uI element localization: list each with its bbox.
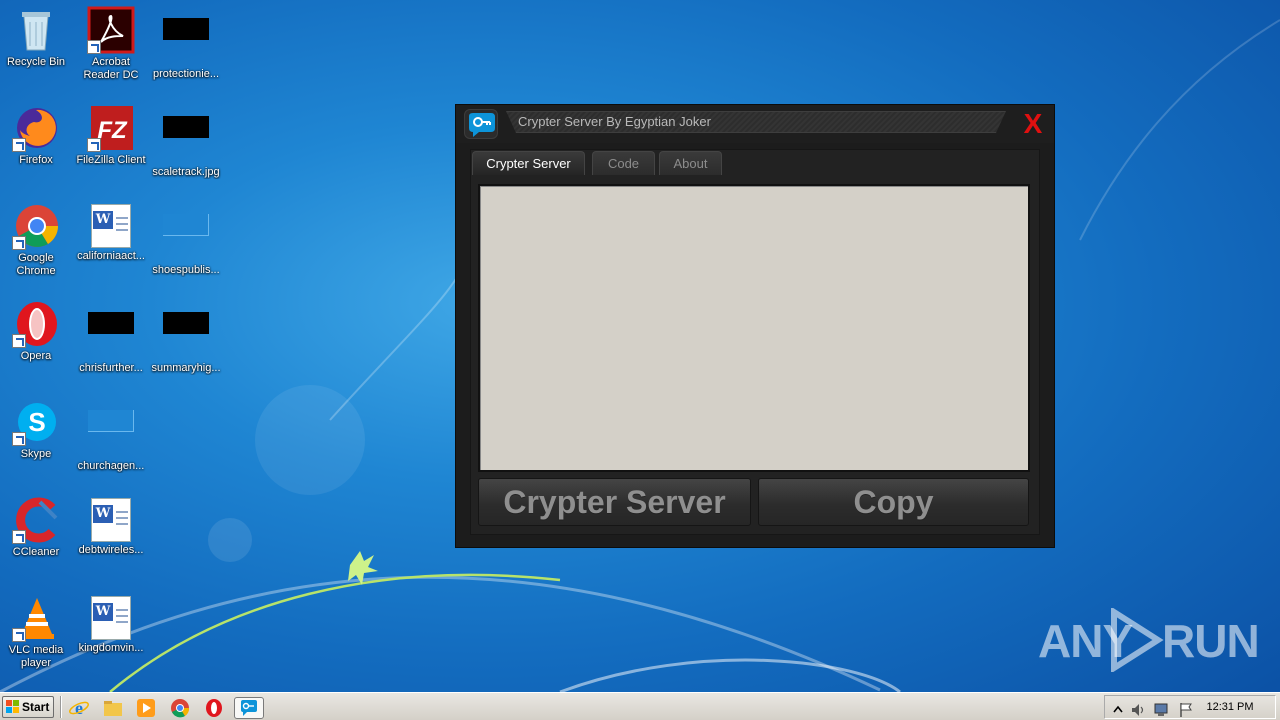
- file-thumbnail-icon: [163, 116, 209, 138]
- output-textarea[interactable]: [478, 184, 1030, 472]
- desktop-icon-label: protectionie...: [152, 68, 220, 80]
- ccleaner-icon: [12, 496, 60, 544]
- desktop-icon-kingdomvin[interactable]: W kingdomvin...: [73, 594, 149, 655]
- desktop-icon-opera[interactable]: Opera: [0, 300, 74, 363]
- desktop-icon-vlc[interactable]: VLC media player: [0, 594, 74, 670]
- desktop-icon-ccleaner[interactable]: CCleaner: [0, 496, 74, 559]
- play-logo-icon: [1111, 608, 1164, 672]
- crypter-app-icon[interactable]: [234, 697, 264, 719]
- desktop-icon-skype[interactable]: S Skype: [0, 398, 74, 461]
- opera-icon[interactable]: [203, 697, 225, 719]
- filezilla-icon: FZ: [87, 104, 135, 152]
- watermark-text-right: RUN: [1162, 615, 1260, 667]
- shortcut-arrow-icon: [12, 236, 26, 250]
- file-thumbnail-icon: [88, 312, 134, 334]
- desktop-icon-label: FileZilla Client: [76, 154, 146, 166]
- desktop-icon-label: CCleaner: [12, 546, 60, 558]
- show-hidden-icons-icon[interactable]: [1109, 701, 1127, 719]
- clock[interactable]: 12:31 PM: [1200, 693, 1260, 720]
- shortcut-arrow-icon: [12, 628, 26, 642]
- desktop-icon-label: shoespublis...: [152, 264, 220, 276]
- desktop-icon-label: churchagen...: [77, 460, 145, 472]
- copy-button[interactable]: Copy: [758, 478, 1029, 526]
- desktop-icon-label: scaletrack.jpg: [152, 166, 220, 178]
- desktop-icon-recycle-bin[interactable]: Recycle Bin: [0, 6, 74, 69]
- crypter-server-button[interactable]: Crypter Server: [478, 478, 751, 526]
- word-document-icon: W: [91, 596, 131, 640]
- window-title: Crypter Server By Egyptian Joker: [518, 114, 711, 129]
- chat-key-icon: [464, 109, 498, 139]
- desktop-icon-chrisfurther[interactable]: chrisfurther...: [73, 300, 149, 375]
- desktop-icon-label: kingdomvin...: [78, 642, 144, 654]
- desktop-icon-label: summaryhig...: [151, 362, 221, 374]
- word-document-icon: W: [91, 498, 131, 542]
- title-bar[interactable]: Crypter Server By Egyptian Joker X: [456, 105, 1054, 143]
- svg-text:S: S: [28, 407, 45, 437]
- desktop-icon-label: Firefox: [19, 154, 53, 166]
- explorer-icon[interactable]: [102, 697, 124, 719]
- tab-crypter-server[interactable]: Crypter Server: [472, 151, 585, 175]
- desktop-icon-label: VLC media player: [8, 644, 64, 669]
- shortcut-arrow-icon: [87, 40, 101, 54]
- shortcut-arrow-icon: [87, 138, 101, 152]
- shortcut-arrow-icon: [12, 432, 26, 446]
- shortcut-arrow-icon: [12, 334, 26, 348]
- taskbar: Start e 12:31 PM: [0, 692, 1280, 720]
- shortcut-arrow-icon: [12, 138, 26, 152]
- desktop-icon-shoespublis[interactable]: shoespublis...: [148, 202, 224, 277]
- chrome-icon[interactable]: [169, 697, 191, 719]
- taskbar-separator: [60, 696, 62, 718]
- desktop-icon-protectionie[interactable]: protectionie...: [148, 6, 224, 81]
- desktop-icon-firefox[interactable]: Firefox: [0, 104, 74, 167]
- volume-icon[interactable]: [1129, 701, 1147, 719]
- skype-icon: S: [12, 398, 60, 446]
- svg-text:e: e: [75, 698, 83, 718]
- desktop-icon-debtwireles[interactable]: W debtwireles...: [73, 496, 149, 557]
- acrobat-icon: [87, 6, 135, 54]
- desktop-icon-label: Acrobat Reader DC: [83, 56, 139, 81]
- windows-flag-icon: [6, 700, 19, 713]
- desktop-icon-label: chrisfurther...: [79, 362, 143, 374]
- file-thumbnail-icon: [163, 312, 209, 334]
- start-label: Start: [22, 700, 50, 714]
- word-document-icon: W: [91, 204, 131, 248]
- svg-text:FZ: FZ: [97, 117, 128, 144]
- desktop-icon-summaryhig[interactable]: summaryhig...: [148, 300, 224, 375]
- vlc-icon: [12, 594, 60, 642]
- crypter-server-window: Crypter Server By Egyptian Joker X Crypt…: [455, 104, 1055, 548]
- ie-icon[interactable]: e: [68, 697, 90, 719]
- shortcut-arrow-icon: [12, 530, 26, 544]
- network-icon[interactable]: [1153, 701, 1171, 719]
- desktop-icon-label: Google Chrome: [16, 252, 56, 277]
- desktop-icon-filezilla[interactable]: FZ FileZilla Client: [73, 104, 149, 167]
- action-center-flag-icon[interactable]: [1177, 701, 1195, 719]
- desktop-icon-acrobat-reader[interactable]: Acrobat Reader DC: [73, 6, 149, 82]
- desktop-icon-google-chrome[interactable]: Google Chrome: [0, 202, 74, 278]
- desktop-icon-scaletrack[interactable]: scaletrack.jpg: [148, 104, 224, 179]
- desktop-icon-churchagen[interactable]: churchagen...: [73, 398, 149, 473]
- file-thumbnail-icon: [88, 410, 134, 432]
- desktop-icon-californiaact[interactable]: W californiaact...: [73, 202, 149, 263]
- desktop-icon-label: debtwireles...: [78, 544, 144, 556]
- tab-code[interactable]: Code: [592, 151, 655, 175]
- tab-about[interactable]: About: [659, 151, 722, 175]
- desktop-icon-label: Skype: [20, 448, 52, 460]
- desktop-icon-label: Opera: [20, 350, 52, 362]
- recycle-bin-icon: [12, 6, 60, 54]
- media-player-icon[interactable]: [135, 697, 157, 719]
- desktop-icon-label: Recycle Bin: [6, 56, 66, 68]
- chrome-icon: [12, 202, 60, 250]
- desktop-icon-label: californiaact...: [77, 250, 145, 262]
- opera-icon: [12, 300, 60, 348]
- close-button[interactable]: X: [1019, 109, 1047, 139]
- file-thumbnail-icon: [163, 18, 209, 40]
- start-button[interactable]: Start: [2, 696, 54, 718]
- file-thumbnail-icon: [163, 214, 209, 236]
- firefox-icon: [12, 104, 60, 152]
